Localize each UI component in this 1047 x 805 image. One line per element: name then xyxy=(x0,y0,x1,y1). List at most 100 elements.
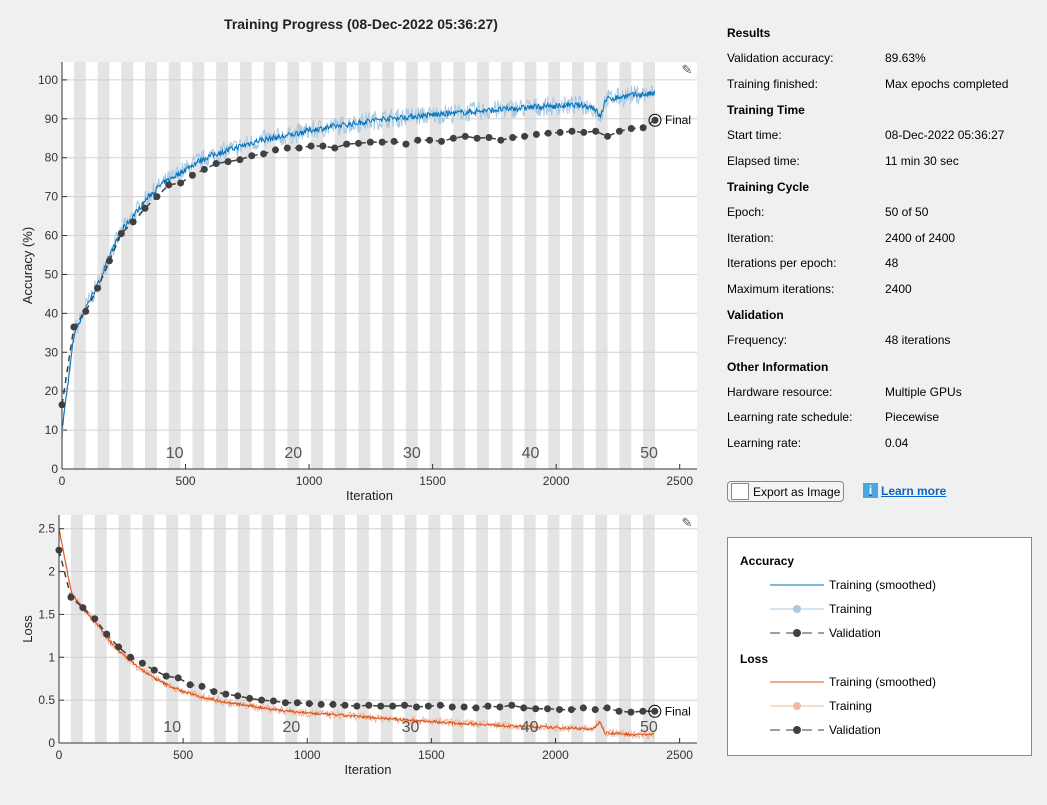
final-label: Final xyxy=(665,704,691,718)
loss-validation-point xyxy=(448,703,456,711)
y-tick-label: 60 xyxy=(45,229,59,243)
edit-plot-icon: ✎ xyxy=(682,515,693,530)
epoch-band xyxy=(595,62,608,469)
export-as-image-button[interactable]: Export as Image xyxy=(727,481,844,502)
acc-validation-point xyxy=(390,137,398,145)
acc-validation-point xyxy=(556,128,564,136)
acc-validation-point xyxy=(153,193,161,201)
x-tick-label: 1000 xyxy=(294,748,321,762)
edit-plot-icon: ✎ xyxy=(682,62,693,77)
loss-validation-point xyxy=(627,708,635,716)
acc-validation-point xyxy=(378,138,386,146)
acc-validation-point xyxy=(307,142,315,150)
acc-validation-point xyxy=(82,307,90,315)
y-tick-label: 0 xyxy=(48,736,55,750)
x-axis-label: Iteration xyxy=(345,762,392,777)
epoch-band xyxy=(500,62,513,469)
legend-swatch-loss-training xyxy=(770,702,824,710)
epoch-band xyxy=(121,62,134,469)
section-heading: Training Cycle xyxy=(727,180,810,194)
x-tick-label: 1500 xyxy=(419,474,446,488)
section-heading: Validation xyxy=(727,308,784,322)
epoch-band xyxy=(477,62,489,469)
loss-validation-point xyxy=(520,704,528,712)
info-label: Start time: xyxy=(727,128,782,142)
x-tick-label: 2500 xyxy=(666,474,693,488)
y-tick-label: 90 xyxy=(45,112,59,126)
epoch-band xyxy=(168,62,181,469)
acc-validation-point xyxy=(271,146,279,154)
learn-more-label: Learn more xyxy=(881,483,947,498)
info-label: Frequency: xyxy=(727,333,788,347)
info-value: 89.63% xyxy=(885,51,926,65)
y-tick-label: 1.5 xyxy=(38,607,55,621)
epoch-band xyxy=(142,515,155,743)
export-image-icon xyxy=(731,483,749,500)
loss-validation-point xyxy=(222,690,230,698)
loss-validation-point xyxy=(353,702,361,710)
info-label: Elapsed time: xyxy=(727,153,800,168)
x-tick-label: 1000 xyxy=(296,474,323,488)
epoch-band xyxy=(118,515,131,743)
acc-validation-point xyxy=(70,323,78,331)
loss-validation-point xyxy=(246,694,254,702)
legend-swatch-acc-smoothed xyxy=(770,584,824,586)
y-tick-label: 10 xyxy=(45,423,59,437)
acc-validation-point xyxy=(580,128,588,136)
training-cycle-section: Training Cycle Epoch: 50 of 50 Iteration:… xyxy=(727,174,1008,302)
info-label: Epoch: xyxy=(727,205,765,219)
info-value: Max epochs completed xyxy=(885,76,1009,91)
epoch-label: 30 xyxy=(402,719,420,736)
acc-validation-point xyxy=(212,160,220,168)
loss-validation-point xyxy=(615,707,623,715)
accuracy-axes xyxy=(58,62,697,470)
loss-validation-point xyxy=(472,704,480,712)
epoch-band xyxy=(237,515,250,743)
loss-validation-point xyxy=(234,692,242,700)
loss-validation-point xyxy=(150,666,158,674)
loss-validation-point xyxy=(651,707,659,715)
loss-validation-point xyxy=(115,643,123,651)
acc-validation-point xyxy=(592,127,600,135)
acc-validation-point xyxy=(248,152,256,160)
acc-validation-point xyxy=(283,144,291,152)
final-label: Final xyxy=(665,113,691,127)
epoch-label: 50 xyxy=(640,445,658,462)
x-tick-label: 500 xyxy=(173,748,193,762)
y-axis-label: Accuracy (%) xyxy=(20,227,35,304)
acc-validation-point xyxy=(509,133,517,141)
acc-validation-point xyxy=(200,165,208,173)
loss-validation-point xyxy=(317,700,325,708)
epoch-label: 10 xyxy=(166,445,184,462)
validation-section: Validation Frequency: 48 iterations xyxy=(727,302,1008,354)
acc-validation-point xyxy=(639,124,647,132)
acc-validation-point xyxy=(117,230,125,238)
section-heading: Other Information xyxy=(727,359,829,374)
info-label: Hardware resource: xyxy=(727,384,833,399)
epoch-band xyxy=(309,515,322,743)
epoch-label: 10 xyxy=(163,719,181,736)
acc-validation-point xyxy=(473,134,481,142)
x-tick-label: 2000 xyxy=(542,748,569,762)
y-tick-label: 100 xyxy=(38,73,58,87)
loss-validation-point xyxy=(341,701,349,709)
learn-more-link[interactable]: i Learn more xyxy=(863,483,946,498)
acc-validation-point xyxy=(497,136,505,144)
info-value: 2400 xyxy=(885,281,912,296)
x-tick-label: 500 xyxy=(176,474,196,488)
y-tick-label: 2.5 xyxy=(38,522,55,536)
y-tick-label: 0 xyxy=(51,462,58,476)
legend-item: Training xyxy=(829,699,872,713)
acc-validation-point xyxy=(94,284,102,292)
acc-validation-point xyxy=(568,127,576,135)
loss-validation-point xyxy=(293,699,301,707)
acc-validation-point xyxy=(165,181,173,189)
acc-validation-point xyxy=(319,142,327,150)
info-value: 48 xyxy=(885,256,899,270)
training-plots: 01020304050607080901000 500 1000 1500 2000 25… xyxy=(20,62,697,777)
acc-validation-point xyxy=(295,144,303,152)
acc-validation-point xyxy=(177,179,185,187)
loss-validation-point xyxy=(508,701,516,709)
loss-axes xyxy=(55,515,697,744)
y-tick-label: 50 xyxy=(45,267,59,281)
